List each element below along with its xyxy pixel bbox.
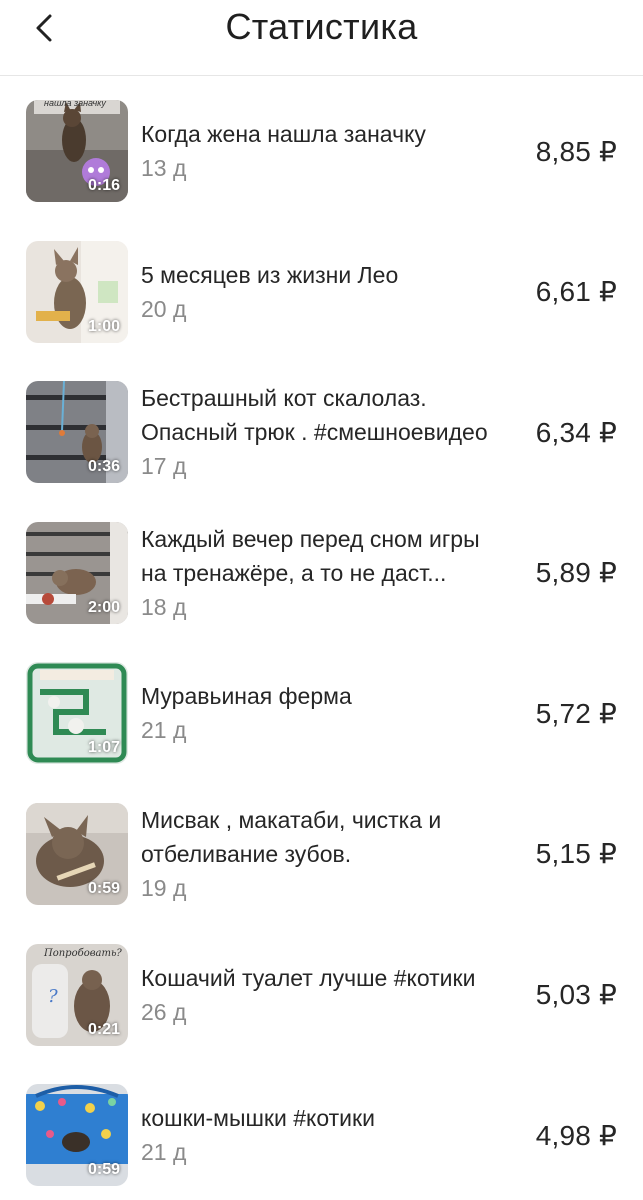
video-earnings: 5,72 ₽ — [535, 697, 617, 729]
video-age: 18 д — [141, 593, 187, 620]
video-title: 5 месяцев из жизни Лео — [141, 261, 399, 288]
video-age: 17 д — [141, 453, 187, 480]
list-item[interactable]: нашла заначку 0:16 Когда жена нашла зана… — [0, 100, 643, 241]
video-earnings: 5,15 ₽ — [535, 838, 617, 870]
video-title: Муравьиная ферма — [141, 683, 352, 710]
video-title: Каждый вечер перед сном игры — [141, 525, 480, 552]
list-item[interactable]: 2:00 Каждый вечер перед сном игры на тре… — [0, 521, 643, 663]
video-age: 19 д — [141, 874, 187, 901]
list-item[interactable]: 1:00 5 месяцев из жизни Лео 20 д 6,61 ₽ — [0, 240, 643, 382]
page-title: Статистика — [225, 6, 418, 47]
list-item[interactable]: 0:36 Бестрашный кот скалолаз. Опасный тр… — [0, 381, 643, 522]
video-thumbnail: 1:00 — [26, 240, 128, 343]
video-age: 21 д — [141, 717, 187, 744]
video-duration: 0:59 — [87, 1161, 120, 1179]
video-duration: 2:00 — [87, 598, 120, 616]
video-earnings: 6,61 ₽ — [535, 276, 617, 308]
list-item[interactable]: 1:07 Муравьиная ферма 21 д 5,72 ₽ — [0, 662, 643, 803]
thumbnail-overlay-text: нашла заначку — [44, 100, 106, 108]
video-duration: 0:59 — [87, 879, 120, 897]
video-thumbnail: ? Попробовать? 0:21 — [26, 943, 128, 1046]
video-thumbnail: 0:59 — [26, 802, 128, 905]
video-age: 26 д — [141, 998, 187, 1025]
list-item[interactable]: 0:59 Мисвак , макатаби, чистка и отбелив… — [0, 802, 643, 944]
video-title: кошки-мышки #котики — [141, 1105, 375, 1132]
video-thumbnail: 0:59 — [26, 1084, 128, 1187]
video-earnings: 6,34 ₽ — [535, 416, 617, 448]
video-earnings: 4,98 ₽ — [535, 1119, 617, 1151]
video-age: 21 д — [141, 1139, 187, 1166]
video-duration: 0:16 — [87, 177, 120, 194]
video-stats-list: нашла заначку 0:16 Когда жена нашла зана… — [0, 100, 643, 1200]
video-title: Кошачий туалет лучше #котики — [141, 964, 476, 991]
video-duration: 1:00 — [87, 317, 120, 335]
video-title: Мисвак , макатаби, чистка и — [141, 806, 442, 833]
video-earnings: 5,89 ₽ — [535, 557, 617, 589]
video-thumbnail: 1:07 — [26, 662, 128, 765]
thumbnail-overlay-text: Попробовать? — [44, 947, 122, 959]
video-age: 13 д — [141, 155, 187, 181]
list-item[interactable]: ? Попробовать? 0:21 Кошачий туалет лучше… — [0, 943, 643, 1085]
video-duration: 0:36 — [87, 458, 120, 476]
video-thumbnail: 0:36 — [26, 381, 128, 484]
video-duration: 1:07 — [87, 739, 120, 757]
video-thumbnail: нашла заначку 0:16 — [26, 100, 128, 202]
video-title-line-2: на тренажёре, а то не даст... — [141, 559, 447, 586]
svg-text:?: ? — [48, 986, 58, 1007]
video-title: Бестрашный кот скалолаз. — [141, 385, 427, 412]
video-title: Когда жена нашла заначку — [141, 121, 426, 147]
video-title-line-2: отбеливание зубов. — [141, 840, 352, 867]
video-thumbnail: 2:00 — [26, 521, 128, 624]
top-bar: Статистика — [0, 0, 643, 76]
video-earnings: 5,03 ₽ — [535, 979, 617, 1011]
video-earnings: 8,85 ₽ — [535, 135, 617, 167]
video-title-line-2: Опасный трюк . #смешноевидео — [141, 419, 488, 446]
video-duration: 0:21 — [87, 1020, 120, 1038]
list-item[interactable]: 0:59 кошки-мышки #котики 21 д 4,98 ₽ — [0, 1084, 643, 1200]
video-age: 20 д — [141, 295, 187, 322]
